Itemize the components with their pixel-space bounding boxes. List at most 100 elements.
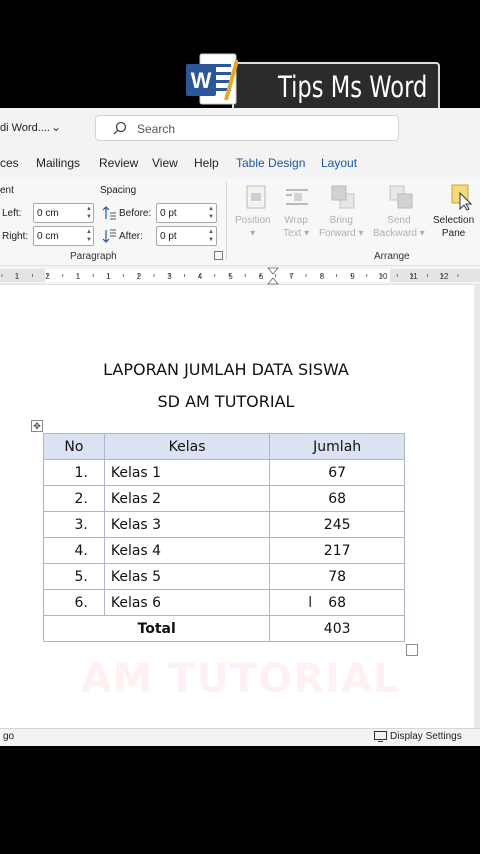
table-header-row: No Kelas Jumlah [43, 433, 405, 460]
cell-kelas[interactable]: Kelas 4 [103, 537, 271, 564]
bring-forward-label-line2: Forward ▾ [319, 228, 364, 239]
cell-no[interactable]: 6. [43, 589, 105, 616]
table-move-handle-icon[interactable]: ✥ [31, 420, 43, 432]
document-title-line2: SD AM TUTORIAL [157, 392, 295, 411]
indent-left-value: 0 cm [37, 208, 59, 219]
ruler-label: 12 [440, 272, 449, 281]
bring-forward-button-label: Bring Forward ▾ [319, 214, 363, 240]
watermark: AM TUTORIAL [80, 656, 400, 702]
send-backward-label-line1: Send [387, 215, 411, 226]
video-bottom-bar [0, 747, 480, 854]
spinner-arrows-icon[interactable]: ▲ ▼ [208, 228, 214, 244]
table-row: 4. Kelas 4 217 [43, 537, 405, 564]
spacing-before-icon [102, 206, 116, 220]
tab-view[interactable]: View [152, 156, 178, 170]
tab-help[interactable]: Help [194, 156, 219, 170]
cell-jumlah[interactable]: 78 [269, 563, 405, 590]
spacing-label: Spacing [100, 185, 137, 196]
cell-no[interactable]: 4. [43, 537, 105, 564]
display-settings-icon[interactable] [374, 731, 387, 742]
ruler-label: 11 [409, 272, 418, 281]
tab-references[interactable]: ces [0, 156, 19, 170]
spinner-arrows-icon[interactable]: ▲ ▼ [86, 228, 92, 244]
cell-kelas[interactable]: Kelas 1 [103, 459, 271, 486]
spacing-before-value: 0 pt [160, 208, 177, 219]
ruler-scale: 1 2 1 1 2 3 4 5 6 7 8 9 10 11 12 [0, 267, 480, 285]
paragraph-dialog-launcher-icon[interactable] [214, 251, 223, 260]
header-kelas[interactable]: Kelas [103, 433, 271, 460]
ruler-label: 1 [76, 272, 81, 281]
spacing-before-label: Before: [119, 208, 152, 219]
cell-jumlah[interactable]: 68 [269, 589, 405, 616]
paragraph-group-label: Paragraph [70, 251, 117, 262]
cell-jumlah[interactable]: 245 [269, 511, 405, 538]
indent-right-label: Right: [2, 231, 29, 242]
send-backward-icon[interactable] [388, 184, 414, 210]
cell-kelas[interactable]: Kelas 6 [103, 589, 271, 616]
search-placeholder: Search [137, 122, 176, 136]
ruler-label: 2 [137, 272, 142, 281]
cell-no[interactable]: 2. [43, 485, 105, 512]
search-icon [113, 121, 127, 135]
bring-forward-label-line1: Bring [329, 215, 353, 226]
cell-kelas[interactable]: Kelas 5 [103, 563, 271, 590]
ruler-label: 5 [228, 272, 233, 281]
wrap-text-label-line1: Wrap [284, 215, 308, 226]
cell-jumlah[interactable]: 68 [269, 485, 405, 512]
table-row: 6. Kelas 6 68 [43, 589, 405, 616]
ruler-label: 3 [167, 272, 172, 281]
total-value-cell[interactable]: 403 [269, 615, 405, 642]
spacing-after-label: After: [119, 231, 143, 242]
ribbon-separator [226, 182, 227, 260]
header-jumlah[interactable]: Jumlah [269, 433, 405, 460]
table-row: 1. Kelas 1 67 [43, 459, 405, 486]
spinner-arrows-icon[interactable]: ▲ ▼ [208, 205, 214, 221]
indent-left-label: Left: [2, 208, 22, 219]
chevron-down-icon[interactable]: ⌄ [51, 120, 61, 134]
table-total-row: Total 403 [42, 615, 405, 642]
table-row: 3. Kelas 3 245 [43, 511, 405, 538]
position-button-label: Position ▾ [235, 214, 271, 240]
cell-kelas[interactable]: Kelas 2 [103, 485, 271, 512]
display-settings-button[interactable]: Display Settings [390, 731, 462, 742]
document-name[interactable]: di Word.... [0, 122, 50, 134]
cell-jumlah[interactable]: 67 [269, 459, 405, 486]
tab-mailings[interactable]: Mailings [36, 156, 80, 170]
ruler-label: 10 [379, 272, 388, 281]
cell-no[interactable]: 3. [43, 511, 105, 538]
ruler-label: 1 [106, 272, 111, 281]
position-label-line2: ▾ [250, 228, 256, 239]
selection-pane-icon[interactable] [448, 183, 472, 211]
cell-no[interactable]: 5. [43, 563, 105, 590]
ruler-label: 8 [320, 272, 325, 281]
table-row: 5. Kelas 5 78 [43, 563, 405, 590]
indent-right-value: 0 cm [37, 231, 59, 242]
wrap-text-button-label: Wrap Text ▾ [283, 214, 309, 240]
bring-forward-icon[interactable] [330, 184, 356, 210]
ruler-label: 9 [350, 272, 355, 281]
send-backward-button-label: Send Backward ▾ [373, 214, 425, 240]
selection-pane-label-line2: Pane [441, 228, 466, 239]
position-icon[interactable] [245, 184, 267, 210]
tab-review[interactable]: Review [99, 156, 138, 170]
wrap-text-icon[interactable] [284, 184, 310, 210]
ruler-label: 1 [15, 272, 20, 281]
spinner-arrows-icon[interactable]: ▲ ▼ [86, 205, 92, 221]
total-label-cell[interactable]: Total [42, 615, 271, 642]
word-logo-icon: W [186, 53, 238, 105]
tab-layout[interactable]: Layout [321, 156, 357, 170]
cell-kelas[interactable]: Kelas 3 [103, 511, 271, 538]
selection-pane-label-line1: Selection [433, 215, 475, 226]
tab-table-design[interactable]: Table Design [236, 156, 305, 170]
ruler-label: 2 [45, 272, 50, 281]
table-resize-handle-icon[interactable] [406, 644, 418, 656]
horizontal-ruler[interactable]: 1 2 1 1 2 3 4 5 6 7 8 9 10 11 12 [0, 265, 480, 285]
data-table[interactable]: No Kelas Jumlah 1. Kelas 1 67 2. Kelas 2… [42, 433, 405, 642]
position-label-line1: Position [235, 215, 271, 226]
selection-pane-button-label: Selection Pane [433, 214, 474, 240]
cell-no[interactable]: 1. [43, 459, 105, 486]
cell-jumlah[interactable]: 217 [269, 537, 405, 564]
header-no[interactable]: No [43, 433, 105, 460]
wrap-text-label-line2: Text ▾ [283, 228, 310, 239]
spacing-after-icon [102, 229, 116, 243]
